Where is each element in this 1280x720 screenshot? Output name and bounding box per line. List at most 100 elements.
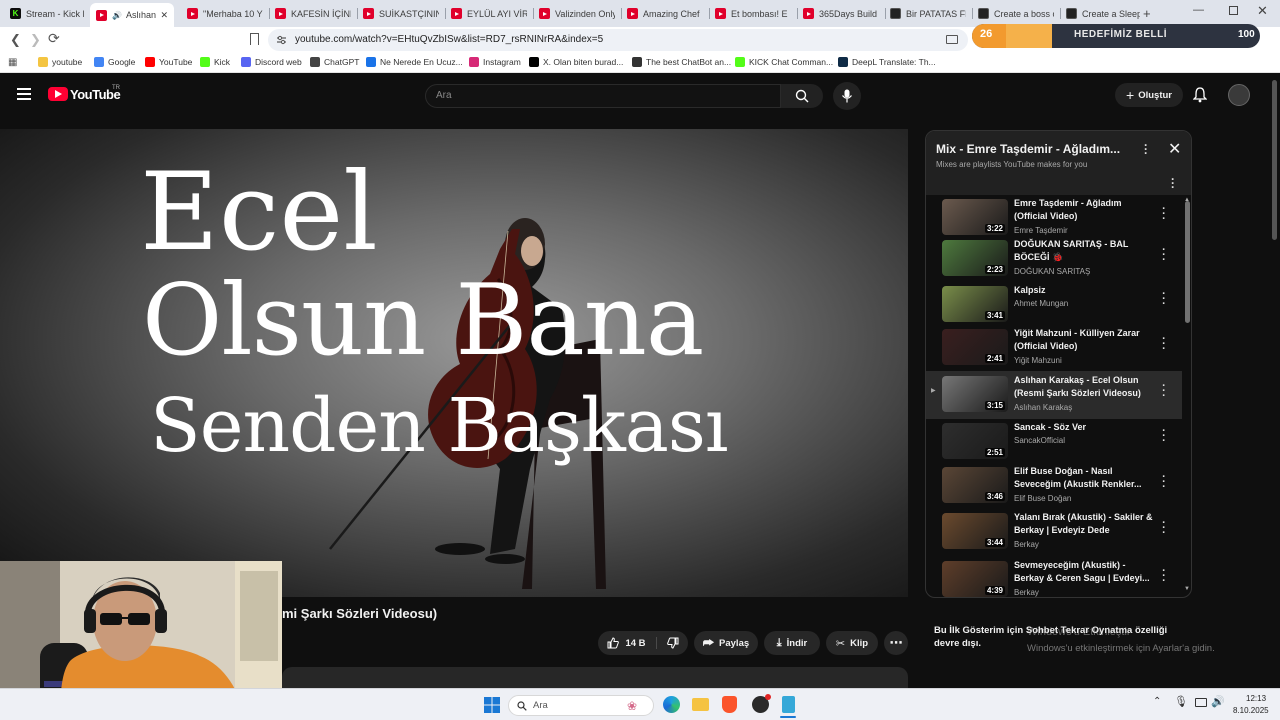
playlist-thumbnail[interactable]: 3:22	[942, 199, 1008, 235]
voice-search-button[interactable]	[833, 82, 861, 110]
scroll-down-arrow-icon[interactable]: ▼	[1184, 586, 1190, 592]
bookmark-item[interactable]: Google	[94, 57, 135, 67]
bookmark-item[interactable]: YouTube	[145, 57, 192, 67]
file-explorer-icon[interactable]	[692, 698, 709, 711]
description-box[interactable]	[282, 667, 908, 688]
item-menu-icon[interactable]: · · ·	[1159, 245, 1169, 266]
brave-browser-icon[interactable]	[722, 696, 737, 713]
apps-grid-icon[interactable]: ▦	[8, 57, 17, 68]
playlist-item[interactable]: 4:39 Sevmeyeceğim (Akustik) - Berkay & Ce…	[926, 559, 1182, 597]
browser-tab[interactable]: Valizinden Only	[539, 4, 615, 23]
bookmark-item[interactable]: The best ChatBot an...	[632, 57, 731, 67]
browser-tab[interactable]: Create a Sleep	[1066, 4, 1140, 23]
item-menu-icon[interactable]: · · ·	[1159, 426, 1169, 447]
playlist-item[interactable]: 3:44 Yalanı Bırak (Akustik) - Sakiler & B…	[926, 511, 1182, 557]
windows-start-icon[interactable]	[484, 697, 500, 713]
browser-tab[interactable]: Et bombası! E	[715, 4, 791, 23]
forward-icon[interactable]: ❯	[30, 32, 41, 48]
bookmark-item[interactable]: ChatGPT	[310, 57, 359, 67]
browser-tab[interactable]: 🔊 Aslıhan ✕	[90, 3, 174, 27]
playlist-item[interactable]: 3:22 Emre Taşdemir - Ağladım (Official Vi…	[926, 197, 1182, 243]
taskbar-search[interactable]: Ara ❀	[508, 695, 654, 716]
notepad-icon[interactable]	[782, 696, 795, 713]
playlist-options-icon[interactable]: · · ·	[1171, 173, 1175, 193]
playlist-title[interactable]: Mix - Emre Taşdemir - Ağladım...	[936, 142, 1120, 156]
playlist-item[interactable]: ▶ 3:15 Aslıhan Karakaş - Ecel Olsun (Resmi…	[926, 371, 1182, 419]
microphone-tray-icon[interactable]: 🎙	[1174, 695, 1188, 708]
bookmark-item[interactable]: Discord web	[241, 57, 302, 67]
browser-tab[interactable]: Bir PATATAS FR	[890, 4, 966, 23]
playlist-menu-icon[interactable]: · · ·	[1144, 139, 1148, 159]
browser-tab[interactable]: Amazing Chef	[627, 4, 703, 23]
playlist-scrollbar[interactable]	[1185, 201, 1190, 323]
playlist-item[interactable]: 3:46 Elif Buse Doğan - Nasıl Seveceğim (A…	[926, 465, 1182, 511]
audio-playing-icon[interactable]: 🔊	[112, 11, 122, 20]
reload-icon[interactable]: ⟳	[48, 30, 60, 47]
maximize-button[interactable]	[1229, 6, 1238, 15]
bookmark-item[interactable]: KICK Chat Comman...	[735, 57, 833, 67]
youtube-logo-icon[interactable]	[48, 87, 68, 101]
playlist-thumbnail[interactable]: 3:44	[942, 513, 1008, 549]
create-button[interactable]: + Oluştur	[1115, 83, 1183, 107]
playlist-thumbnail[interactable]: 2:51	[942, 423, 1008, 459]
avatar[interactable]	[1228, 84, 1250, 106]
more-actions-button[interactable]: ⋯	[884, 631, 908, 655]
item-menu-icon[interactable]: · · ·	[1159, 472, 1169, 493]
item-menu-icon[interactable]: · · ·	[1159, 381, 1169, 402]
playlist-item[interactable]: 2:41 Yiğit Mahzuni - Külliyen Zarar (Offi…	[926, 327, 1182, 373]
page-scrollbar[interactable]	[1272, 80, 1277, 240]
item-menu-icon[interactable]: · · ·	[1159, 334, 1169, 355]
item-menu-icon[interactable]: · · ·	[1159, 566, 1169, 587]
volume-icon[interactable]: 🔊	[1211, 695, 1225, 708]
edge-browser-icon[interactable]	[663, 696, 680, 713]
search-button[interactable]	[781, 84, 823, 108]
bookmark-item[interactable]: Ne Nerede En Ucuz...	[366, 57, 463, 67]
show-hidden-icons[interactable]: ⌃	[1153, 696, 1161, 707]
dislike-button-icon[interactable]	[666, 637, 679, 649]
playlist-thumbnail[interactable]: 3:15	[942, 376, 1008, 412]
search-input[interactable]: Ara	[425, 84, 781, 108]
bookmark-icon[interactable]	[250, 33, 259, 45]
playlist-item[interactable]: 2:23 DOĞUKAN SARITAŞ - BAL BÖCEĞİ 🐞 DOĞUKA…	[926, 238, 1182, 284]
item-menu-icon[interactable]: · · ·	[1159, 289, 1169, 310]
playlist-thumbnail[interactable]: 2:41	[942, 329, 1008, 365]
playlist-thumbnail[interactable]: 3:46	[942, 467, 1008, 503]
item-menu-icon[interactable]: · · ·	[1159, 204, 1169, 225]
site-info-icon[interactable]	[276, 35, 287, 45]
share-button[interactable]: ⮫ Paylaş	[694, 631, 758, 655]
notifications-bell-icon[interactable]	[1193, 87, 1207, 103]
bookmark-item[interactable]: Instagram	[469, 57, 521, 67]
close-playlist-icon[interactable]: ✕	[1168, 139, 1181, 159]
browser-tab[interactable]: 365Days Build	[803, 4, 879, 23]
playlist-item[interactable]: 2:51 Sancak - Söz Ver SancakOfficial · · ·	[926, 421, 1182, 467]
bookmark-item[interactable]: Kick	[200, 57, 230, 67]
network-icon[interactable]	[1195, 698, 1207, 707]
clock-date[interactable]: 8.10.2025	[1233, 706, 1269, 715]
browser-tab[interactable]: Create a boss c	[978, 4, 1054, 23]
like-button[interactable]: 14 B	[607, 637, 657, 649]
cast-icon[interactable]	[946, 35, 958, 44]
playlist-item[interactable]: 3:41 Kalpsiz Ahmet Mungan · · ·	[926, 284, 1182, 330]
browser-tab[interactable]: KAFESİN İÇİNDE	[275, 4, 351, 23]
browser-tab[interactable]: K Stream - Kick E	[10, 4, 84, 23]
browser-tab[interactable]: "Merhaba 10 Y	[187, 4, 263, 23]
obs-studio-icon[interactable]	[752, 694, 771, 713]
playlist-thumbnail[interactable]: 4:39	[942, 561, 1008, 597]
playlist-thumbnail[interactable]: 2:23	[942, 240, 1008, 276]
address-bar[interactable]: youtube.com/watch?v=EHtuQvZbISw&list=RD7…	[268, 29, 968, 51]
playlist-thumbnail[interactable]: 3:41	[942, 286, 1008, 322]
browser-tab[interactable]: SUİKASTÇININ	[363, 4, 439, 23]
new-tab-button[interactable]: +	[1143, 6, 1151, 21]
scroll-up-arrow-icon[interactable]: ▲	[1184, 197, 1190, 203]
item-menu-icon[interactable]: · · ·	[1159, 518, 1169, 539]
browser-tab[interactable]: EYLÜL AYI VİRA	[451, 4, 527, 23]
bookmark-item[interactable]: youtube	[38, 57, 82, 67]
video-player[interactable]: Ecel Olsun Bana Senden Başkası	[0, 129, 908, 597]
menu-icon[interactable]	[17, 88, 31, 100]
minimize-button[interactable]: —	[1193, 4, 1204, 16]
bookmark-item[interactable]: X. Olan biten burad...	[529, 57, 623, 67]
download-button[interactable]: ⤓ İndir	[764, 631, 820, 655]
close-window-button[interactable]: ✕	[1257, 3, 1268, 19]
close-tab-icon[interactable]: ✕	[160, 10, 168, 21]
clip-button[interactable]: ✂ Klip	[826, 631, 878, 655]
